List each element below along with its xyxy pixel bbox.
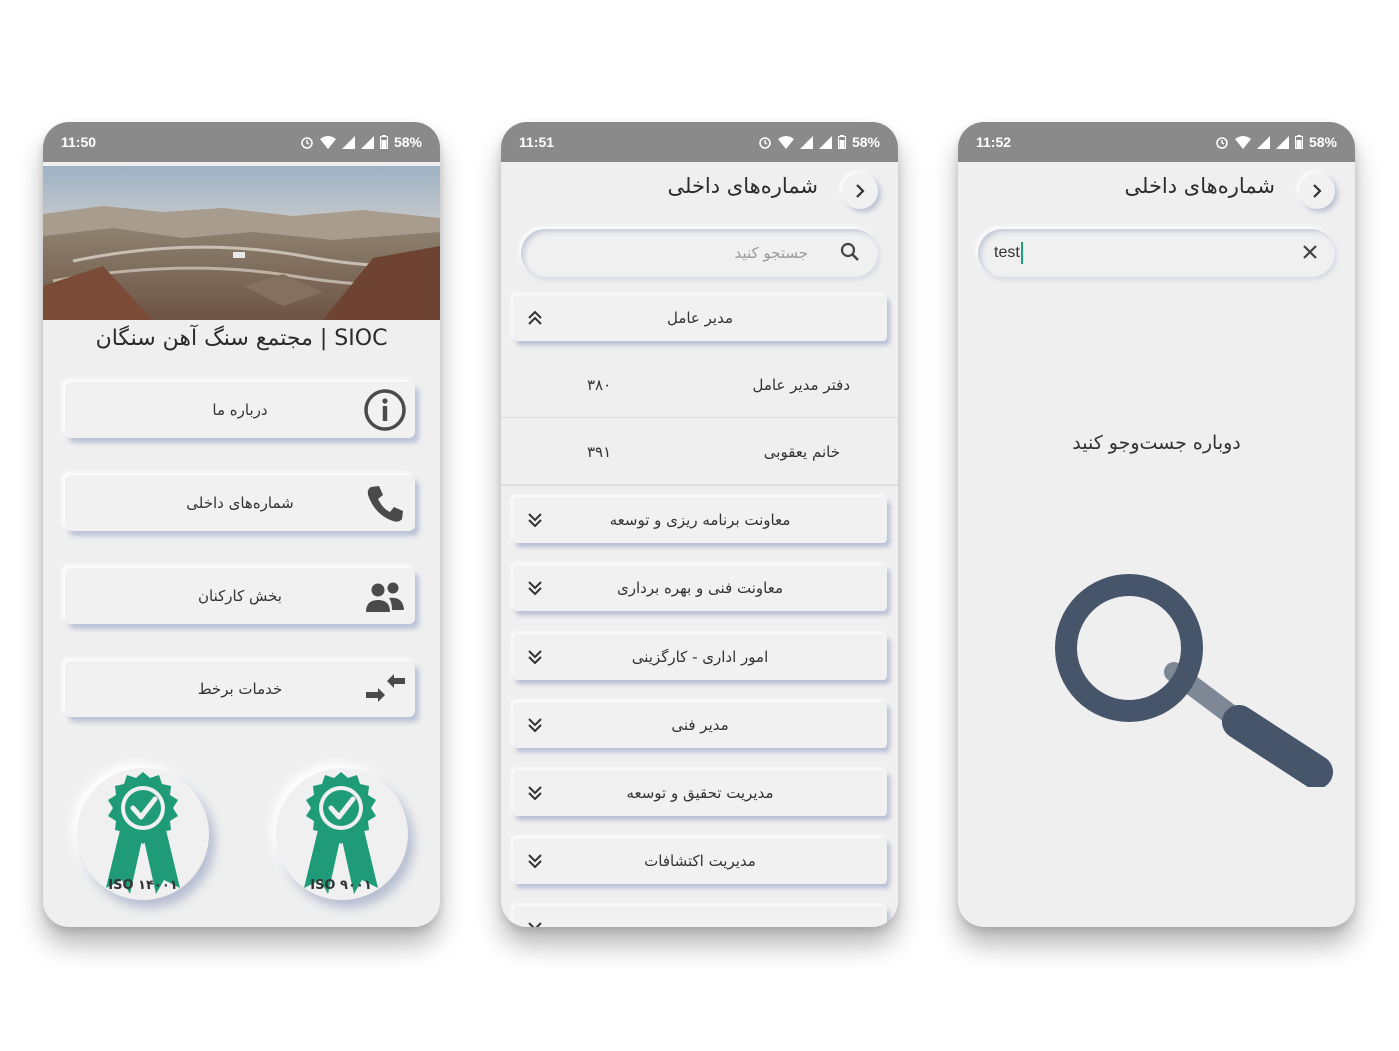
page-title: شماره‌های داخلی xyxy=(667,174,819,198)
chevron-right-icon xyxy=(856,184,865,198)
signal-icon xyxy=(799,135,813,149)
hero-landscape-image xyxy=(43,166,440,320)
app-title: مجتمع سنگ آهن سنگان | SIOC xyxy=(95,326,388,351)
contact-number: ۳۹۱ xyxy=(587,443,612,461)
page-title: شماره‌های داخلی xyxy=(1124,174,1276,198)
chevron-down-double-icon xyxy=(528,581,542,596)
alarm-icon xyxy=(759,137,771,149)
search-value: test xyxy=(994,244,1020,261)
section-planning[interactable]: معاونت برنامه ریزی و توسعه xyxy=(513,497,887,543)
about-us-button[interactable]: درباره ما xyxy=(65,382,415,438)
signal-icon-2 xyxy=(818,135,832,149)
text-caret xyxy=(1020,241,1023,264)
status-icons: 58% xyxy=(1215,134,1337,150)
iso-9001-label: ISO ۹۰۰۱ xyxy=(310,878,372,893)
phone-icon xyxy=(367,486,403,522)
status-bar: 11:51 58% xyxy=(501,122,898,162)
magnifier-illustration xyxy=(1055,574,1333,787)
status-icons: 58% xyxy=(758,134,880,150)
staff-section-button[interactable]: بخش کارکنان xyxy=(65,568,415,624)
contact-number: ۳۸۰ xyxy=(587,376,612,394)
signal-icon xyxy=(1256,135,1270,149)
info-icon xyxy=(364,389,406,431)
chevron-down-double-icon xyxy=(528,922,542,927)
chevron-down-double-icon xyxy=(528,854,542,869)
battery-icon xyxy=(1294,135,1303,149)
section-technical-ops[interactable]: معاونت فنی و بهره برداری xyxy=(513,565,887,611)
chevron-down-double-icon xyxy=(528,513,542,528)
section-research[interactable]: مدیریت تحقیق و توسعه xyxy=(513,770,887,816)
alarm-icon xyxy=(301,137,313,149)
empty-state-message: دوباره جست‌وجو کنید xyxy=(1072,432,1241,454)
status-bar: 11:50 58% xyxy=(43,122,440,162)
signal-icon-2 xyxy=(360,135,374,149)
chevron-up-double-icon xyxy=(528,310,542,325)
contact-name: خانم یعقوبی xyxy=(763,443,840,461)
section-label: مدیر فنی xyxy=(671,716,729,734)
signal-icon-2 xyxy=(1275,135,1289,149)
chevron-right-icon xyxy=(1313,184,1322,198)
section-label: مدیر عامل xyxy=(666,309,734,327)
back-button[interactable] xyxy=(1299,173,1335,209)
section-next-partial[interactable] xyxy=(513,906,887,927)
phone-screen-home: 11:50 58% مجتمع سنگ آهن سنگان | SIOC درب… xyxy=(43,122,440,927)
online-services-button[interactable]: خدمات برخط xyxy=(65,661,415,717)
section-technical-manager[interactable]: مدیر فنی xyxy=(513,702,887,748)
search-icon xyxy=(840,242,859,261)
phone-screen-search-empty: 11:52 58% شماره‌های داخلی test دوباره جس… xyxy=(958,122,1355,927)
alarm-icon xyxy=(1216,137,1228,149)
iso-14001-label: ISO ۱۴۰۰۱ xyxy=(108,878,178,893)
battery-icon xyxy=(837,135,846,149)
back-button[interactable] xyxy=(842,173,878,209)
wifi-icon xyxy=(1234,135,1251,149)
status-time: 11:50 xyxy=(61,134,97,150)
close-icon[interactable] xyxy=(1301,243,1319,261)
status-bar: 11:52 58% xyxy=(958,122,1355,162)
chevron-down-double-icon xyxy=(528,786,542,801)
divider xyxy=(501,484,898,486)
section-exploration[interactable]: مدیریت اکتشافات xyxy=(513,838,887,884)
section-label: مدیریت اکتشافات xyxy=(644,852,756,870)
contact-name: دفتر مدیر عامل xyxy=(752,376,850,394)
section-label: معاونت فنی و بهره برداری xyxy=(616,579,783,597)
section-ceo[interactable]: مدیر عامل xyxy=(513,295,887,341)
list-item[interactable]: دفتر مدیر عامل ۳۸۰ xyxy=(501,352,898,418)
search-input[interactable]: جستجو کنید xyxy=(521,229,878,277)
section-label: معاونت برنامه ریزی و توسعه xyxy=(609,511,791,529)
signal-icon xyxy=(341,135,355,149)
search-input[interactable]: test xyxy=(978,229,1335,277)
section-label: مدیریت تحقیق و توسعه xyxy=(626,784,774,802)
wifi-icon xyxy=(319,135,336,149)
chevron-down-double-icon xyxy=(528,650,542,665)
status-time: 11:52 xyxy=(976,134,1012,150)
internal-numbers-button[interactable]: شماره‌های داخلی xyxy=(65,475,415,531)
section-admin[interactable]: امور اداری - کارگزینی xyxy=(513,634,887,680)
section-label: امور اداری - کارگزینی xyxy=(631,648,769,666)
list-item[interactable]: خانم یعقوبی ۳۹۱ xyxy=(501,419,898,485)
status-icons: 58% xyxy=(300,134,422,150)
search-placeholder: جستجو کنید xyxy=(734,244,808,262)
battery-icon xyxy=(379,135,388,149)
battery-percent: 58% xyxy=(851,134,880,150)
people-icon xyxy=(366,582,404,612)
phone-screen-internal-numbers: 11:51 58% شماره‌های داخلی جستجو کنید مدی… xyxy=(501,122,898,927)
battery-percent: 58% xyxy=(1308,134,1337,150)
status-time: 11:51 xyxy=(519,134,555,150)
chevron-down-double-icon xyxy=(528,718,542,733)
wifi-icon xyxy=(777,135,794,149)
swap-arrows-icon xyxy=(366,674,405,702)
battery-percent: 58% xyxy=(393,134,422,150)
